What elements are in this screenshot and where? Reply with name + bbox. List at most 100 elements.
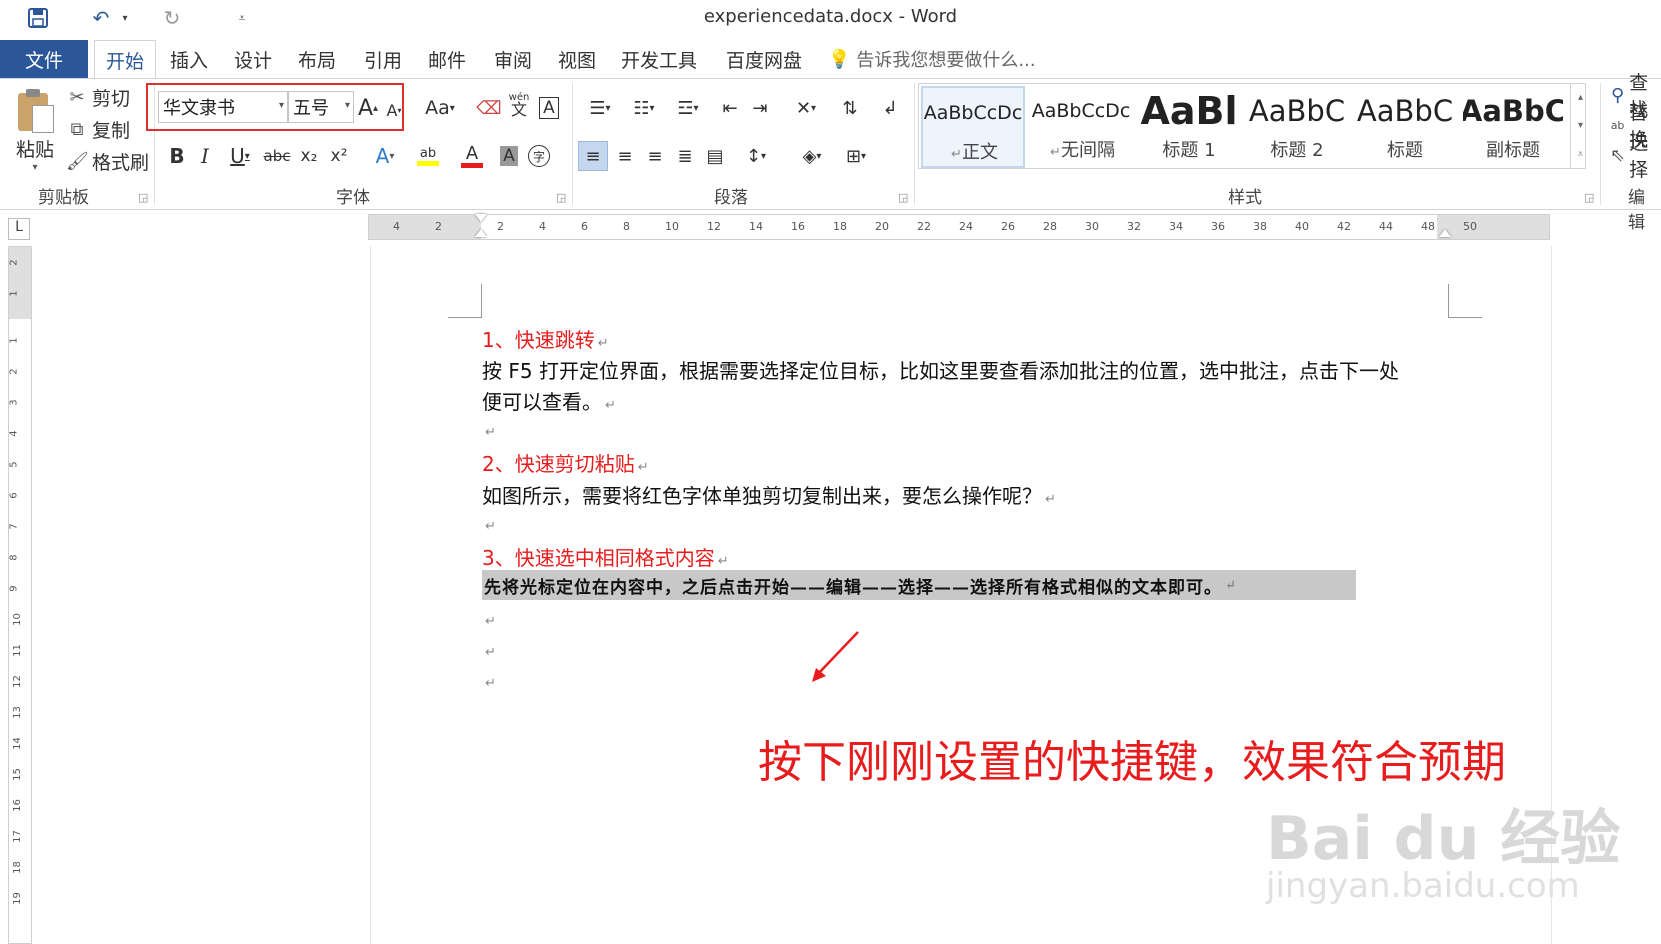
ruler-tick: 1	[8, 290, 20, 297]
horizontal-ruler[interactable]: 4 2 2 4 6 8 10 12 14 16 18 20 22 24 26 28 30 32 34 36 38 40 42…	[368, 214, 1550, 240]
first-line-indent-marker[interactable]	[475, 214, 487, 222]
select-button[interactable]: ⇖ 选择	[1610, 132, 1661, 181]
section-heading[interactable]: 1、快速跳转 ↵	[482, 324, 609, 353]
vertical-ruler[interactable]: 2 1 1 2 3 4 5 6 7 8 9 10 11 12 13 14 15 16 17 18 19	[8, 246, 32, 944]
tab-selector[interactable]: L	[8, 218, 30, 240]
change-case-button[interactable]: Aa ▾	[420, 93, 460, 123]
empty-paragraph[interactable]: ↵	[482, 606, 496, 630]
tab-mailings[interactable]: 邮件	[420, 40, 474, 78]
style-heading-1[interactable]: AaBl 标题 1	[1137, 86, 1241, 168]
section-heading[interactable]: 3、快速选中相同格式内容 ↵	[482, 542, 729, 571]
cut-button[interactable]: ✂ 剪切	[66, 83, 130, 111]
tab-file[interactable]: 文件	[0, 40, 88, 78]
borders-button[interactable]: ⊞ ▾	[836, 141, 876, 171]
align-right-button[interactable]: ≡	[640, 141, 670, 171]
paragraph-mark: ↵	[1045, 492, 1056, 507]
chevron-down-icon: ▾	[344, 100, 350, 111]
sort-button[interactable]: ⇅	[836, 93, 864, 123]
style-no-spacing[interactable]: AaBbCcDc ↵无间隔	[1029, 86, 1133, 168]
ruler-tick: 12	[11, 675, 23, 688]
underline-button[interactable]: U ▾	[222, 141, 258, 171]
paste-button[interactable]: 粘贴 ▾	[10, 85, 60, 175]
font-size-combo[interactable]: 五号 ▾	[288, 91, 354, 123]
styles-gallery-scroll[interactable]: ▴ ▾ ⩡	[1570, 83, 1590, 169]
text-effects-button[interactable]: A ▾	[366, 141, 404, 171]
tab-layout[interactable]: 布局	[290, 40, 344, 78]
ruler-tick: 28	[1043, 220, 1057, 233]
strikethrough-button[interactable]: abc	[262, 141, 292, 171]
tab-home[interactable]: 开始	[94, 40, 156, 79]
shrink-font-icon: A	[386, 100, 398, 120]
ribbon: 粘贴 ▾ ✂ 剪切 ⧉ 复制 🖌 格式刷 剪贴板 ◲ 华文隶书 ▾ 五号 ▾ A…	[0, 72, 1661, 233]
decrease-indent-button[interactable]: ⇤	[716, 93, 744, 123]
align-center-button[interactable]: ≡	[610, 141, 640, 171]
style-no-spacing-label: 无间隔	[1060, 140, 1115, 161]
justify-button[interactable]: ≣	[670, 141, 700, 171]
paragraph-text: 1、快速跳转	[482, 328, 595, 352]
chevron-down-icon[interactable]: ▾	[1578, 120, 1583, 131]
character-shading-button[interactable]: A	[496, 141, 522, 171]
window-title: experiencedata.docx - Word	[703, 6, 958, 27]
distributed-button[interactable]: ▤	[700, 141, 730, 171]
shrink-font-button[interactable]: A ▾	[384, 95, 404, 125]
clear-formatting-button[interactable]: ⌫	[476, 93, 502, 123]
right-indent-marker[interactable]	[1439, 229, 1451, 237]
shading-button[interactable]: ◈ ▾	[792, 141, 832, 171]
chevron-up-icon[interactable]: ▴	[1578, 92, 1583, 103]
copy-button[interactable]: ⧉ 复制	[66, 115, 130, 143]
font-name-combo[interactable]: 华文隶书 ▾	[158, 91, 288, 123]
subscript-button[interactable]: x₂	[296, 141, 322, 171]
tell-me-search[interactable]: 💡 告诉我您想要做什么...	[828, 40, 1036, 78]
italic-button[interactable]: I	[192, 141, 218, 171]
show-marks-button[interactable]: ↲	[876, 93, 904, 123]
style-normal[interactable]: AaBbCcDc ↵正文	[921, 86, 1025, 168]
paragraph-mark: ↵	[1225, 577, 1237, 593]
empty-paragraph[interactable]: ↵	[482, 417, 496, 441]
selected-text-line[interactable]: 先将光标定位在内容中，之后点击开始——编辑——选择——选择所有格式相似的文本即可…	[482, 570, 1356, 600]
format-painter-button[interactable]: 🖌 格式刷	[66, 147, 149, 175]
clipboard-launcher-icon[interactable]: ◲	[138, 191, 148, 204]
highlight-color-button[interactable]: ab	[408, 141, 448, 171]
style-subtitle[interactable]: AaBbC 副标题	[1461, 86, 1565, 168]
styles-launcher-icon[interactable]: ◲	[1584, 191, 1594, 204]
empty-paragraph[interactable]: ↵	[482, 637, 496, 661]
style-heading-2[interactable]: AaBbC 标题 2	[1245, 86, 1349, 168]
style-heading-1-preview: AaBl	[1140, 89, 1238, 133]
ruler-tick: 5	[8, 461, 20, 468]
tab-developer[interactable]: 开发工具	[616, 40, 702, 78]
body-paragraph[interactable]: 按 F5 打开定位界面，根据需要选择定位目标，比如这里要查看添加批注的位置，选中…	[482, 355, 1399, 384]
align-left-button[interactable]: ≡	[578, 141, 608, 171]
style-title[interactable]: AaBbC 标题	[1353, 86, 1457, 168]
tab-review[interactable]: 审阅	[486, 40, 540, 78]
paste-dropdown-icon[interactable]: ▾	[32, 162, 37, 173]
copy-label: 复制	[92, 119, 131, 142]
body-paragraph[interactable]: 如图所示，需要将红色字体单独剪切复制出来，要怎么操作呢？ ↵	[482, 480, 1056, 509]
body-paragraph[interactable]: 便可以查看。 ↵	[482, 386, 616, 415]
numbering-button[interactable]: ☷ ▾	[624, 93, 664, 123]
tab-insert[interactable]: 插入	[162, 40, 216, 78]
character-border-button[interactable]: A	[536, 93, 562, 123]
bold-button[interactable]: B	[164, 141, 190, 171]
paragraph-launcher-icon[interactable]: ◲	[898, 191, 908, 204]
paragraph-mark: ↵	[485, 645, 496, 660]
font-color-button[interactable]: A	[452, 141, 492, 171]
enclose-characters-button[interactable]: 字	[526, 141, 552, 171]
empty-paragraph[interactable]: ↵	[482, 511, 496, 535]
phonetic-guide-button[interactable]: wén 文	[506, 89, 532, 119]
tab-design[interactable]: 设计	[226, 40, 280, 78]
font-launcher-icon[interactable]: ◲	[556, 191, 566, 204]
grow-font-button[interactable]: A ▴	[356, 93, 380, 123]
tab-references[interactable]: 引用	[356, 40, 410, 78]
superscript-button[interactable]: x²	[326, 141, 352, 171]
chinese-layout-button[interactable]: ✕ ▾	[786, 93, 826, 123]
tab-baidu-netdisk[interactable]: 百度网盘	[718, 40, 810, 78]
hanging-indent-marker[interactable]	[475, 229, 487, 237]
bullets-button[interactable]: ☰ ▾	[580, 93, 620, 123]
section-heading[interactable]: 2、快速剪切粘贴 ↵	[482, 448, 649, 477]
increase-indent-button[interactable]: ⇥	[746, 93, 774, 123]
multilevel-list-button[interactable]: ☲ ▾	[668, 93, 708, 123]
tab-view[interactable]: 视图	[550, 40, 604, 78]
more-styles-icon[interactable]: ⩡	[1578, 149, 1584, 160]
line-spacing-button[interactable]: ↕ ▾	[736, 141, 776, 171]
empty-paragraph[interactable]: ↵	[482, 668, 496, 692]
